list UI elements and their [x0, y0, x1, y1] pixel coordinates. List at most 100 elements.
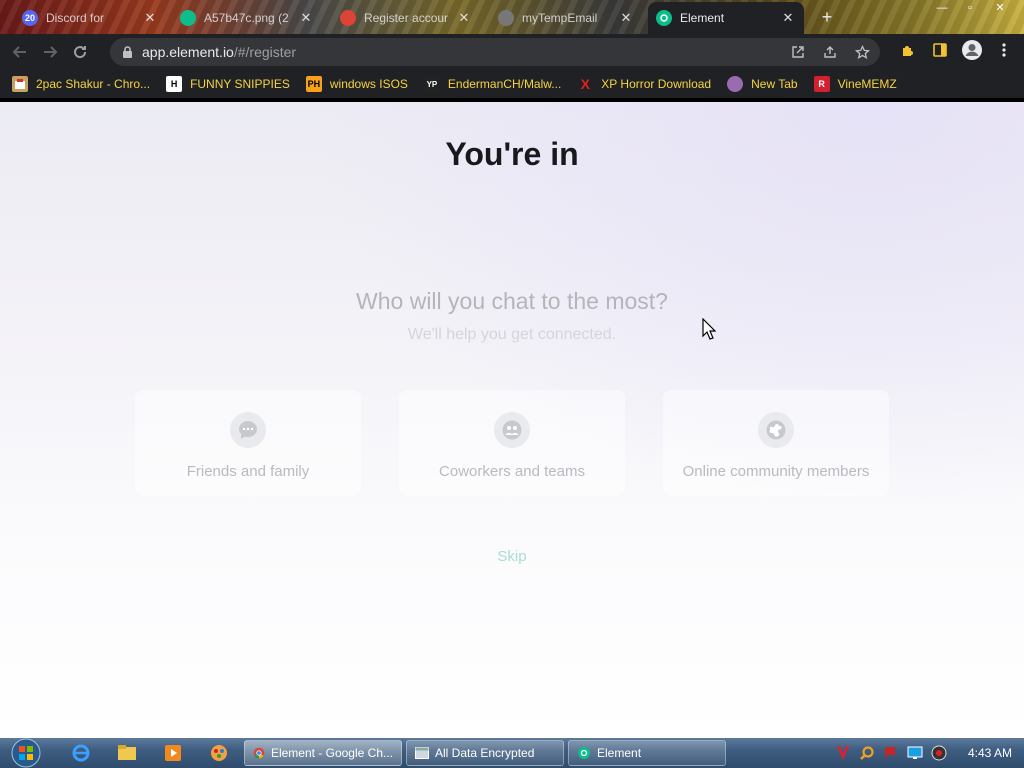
system-tray: 4:43 AM: [834, 738, 1024, 768]
bookmark-item[interactable]: PH windows ISOS: [305, 76, 408, 92]
page-title: You're in: [445, 136, 579, 172]
bookmark-label: New Tab: [751, 77, 798, 91]
bookmark-item[interactable]: New Tab: [727, 76, 798, 92]
element-icon: [180, 10, 196, 26]
bookmark-item[interactable]: X XP Horror Download: [577, 76, 712, 92]
bookmarks-bar: 2pac Shakur - Chro... H FUNNY SNIPPIES P…: [0, 70, 1024, 98]
r-icon: R: [813, 76, 830, 92]
forward-button[interactable]: [36, 38, 64, 66]
taskbar-item-label: Element: [597, 746, 642, 760]
bookmark-item[interactable]: 2pac Shakur - Chro...: [12, 76, 150, 92]
taskbar-item-element[interactable]: Element: [568, 740, 726, 766]
side-panel-icon[interactable]: [928, 40, 952, 60]
youtube-icon: YP: [423, 76, 440, 92]
paint-icon[interactable]: [208, 742, 230, 764]
bookmark-label: windows ISOS: [329, 77, 408, 91]
onboarding-question: Who will you chat to the most?: [356, 288, 668, 314]
bookmark-label: XP Horror Download: [601, 77, 712, 91]
windows-logo-icon: [11, 738, 41, 768]
profile-avatar-icon[interactable]: [960, 40, 984, 60]
choice-friends-family[interactable]: Friends and family: [135, 390, 361, 496]
h-icon: H: [166, 76, 183, 92]
taskbar-item-label: Element - Google Ch...: [270, 746, 393, 760]
file-explorer-icon[interactable]: [116, 742, 138, 764]
bookmark-item[interactable]: H FUNNY SNIPPIES: [166, 76, 290, 92]
tab-label: Element: [680, 11, 725, 25]
start-button[interactable]: [6, 738, 46, 768]
windows-taskbar: Element - Google Ch... All Data Encrypte…: [0, 738, 1024, 768]
choice-label: Online community members: [682, 463, 870, 480]
close-icon[interactable]: ✕: [780, 10, 796, 26]
element-icon: [656, 10, 672, 26]
tab-label: myTempEmail: [522, 11, 598, 25]
bookmark-label: 2pac Shakur - Chro...: [36, 77, 151, 91]
media-player-icon[interactable]: [162, 742, 184, 764]
choice-label: Coworkers and teams: [439, 463, 585, 480]
x-icon: X: [580, 76, 590, 92]
element-icon: [578, 747, 590, 759]
address-bar[interactable]: app.element.io/#/register: [110, 38, 880, 66]
internet-explorer-icon[interactable]: [70, 742, 92, 764]
bookmark-item[interactable]: YP EndermanCH/Malw...: [423, 76, 562, 92]
mouse-cursor-icon: [702, 318, 716, 340]
open-in-app-icon[interactable]: [786, 42, 810, 62]
url-domain: app.element.io: [142, 44, 234, 60]
tab-label: A57b47c.png (2: [204, 11, 289, 25]
tab-tempmail[interactable]: myTempEmail ✕: [490, 4, 642, 32]
browser-tab-strip: 20 Discord for ✕ A57b47c.png (2 ✕ Regist…: [0, 0, 1024, 34]
system-clock[interactable]: 4:43 AM: [968, 746, 1012, 760]
close-icon[interactable]: ✕: [456, 10, 472, 26]
antivirus-icon[interactable]: [834, 744, 852, 762]
search-icon[interactable]: [858, 744, 876, 762]
back-button[interactable]: [6, 38, 34, 66]
close-window-button[interactable]: ✕: [986, 0, 1014, 16]
bookmark-label: VineMEMZ: [837, 77, 897, 91]
discord-icon: 20: [22, 10, 38, 26]
chrome-icon: [340, 10, 356, 26]
bookmark-item[interactable]: R VineMEMZ: [813, 76, 897, 92]
tab-label: Discord for: [46, 11, 105, 25]
tab-discord[interactable]: 20 Discord for ✕: [14, 4, 166, 32]
arrow-left-icon: [12, 46, 26, 58]
reload-icon: [74, 46, 87, 59]
bookmark-label: EndermanCH/Malw...: [447, 77, 562, 91]
volume-icon[interactable]: [930, 744, 948, 762]
browser-toolbar: app.element.io/#/register: [0, 34, 1024, 70]
skip-link[interactable]: Skip: [0, 548, 1024, 565]
globe-icon: [727, 76, 744, 92]
maximize-button[interactable]: ▫: [956, 0, 984, 16]
bookmark-label: FUNNY SNIPPIES: [190, 77, 290, 91]
chrome-icon: [253, 747, 265, 759]
menu-dots-icon[interactable]: [992, 40, 1016, 60]
onboarding-subtitle: We'll help you get connected.: [407, 326, 617, 343]
tab-image[interactable]: A57b47c.png (2 ✕: [172, 4, 322, 32]
globe-icon: [758, 412, 794, 448]
minimize-button[interactable]: —: [928, 0, 956, 16]
music-icon: [12, 76, 28, 92]
star-bookmark-icon[interactable]: [850, 42, 874, 62]
tab-register[interactable]: Register accoun ✕: [332, 4, 480, 32]
taskbar-item-window[interactable]: All Data Encrypted: [406, 740, 564, 766]
taskbar-item-chrome[interactable]: Element - Google Ch...: [244, 740, 402, 766]
share-icon[interactable]: [818, 42, 842, 62]
reload-button[interactable]: [66, 38, 94, 66]
chat-bubble-icon: [230, 412, 266, 448]
close-icon[interactable]: ✕: [618, 10, 634, 26]
mail-icon: [498, 10, 514, 26]
network-icon[interactable]: [906, 744, 924, 762]
taskbar-item-label: All Data Encrypted: [435, 746, 535, 760]
tab-label: Register accoun: [364, 11, 448, 25]
element-onboarding-page: You're in Who will you chat to the most?…: [0, 102, 1024, 738]
tab-badge: 20: [24, 13, 35, 23]
choice-online-community[interactable]: Online community members: [663, 390, 889, 496]
new-tab-button[interactable]: +: [816, 6, 838, 28]
close-icon[interactable]: ✕: [298, 10, 314, 26]
close-icon[interactable]: ✕: [142, 10, 158, 26]
window-icon: [415, 747, 429, 759]
tab-element[interactable]: Element ✕: [648, 2, 804, 34]
extensions-icon[interactable]: [896, 40, 920, 60]
flag-icon[interactable]: [882, 744, 900, 762]
lock-icon[interactable]: [120, 45, 134, 59]
arrow-right-icon: [44, 46, 58, 58]
choice-coworkers-teams[interactable]: Coworkers and teams: [399, 390, 625, 496]
